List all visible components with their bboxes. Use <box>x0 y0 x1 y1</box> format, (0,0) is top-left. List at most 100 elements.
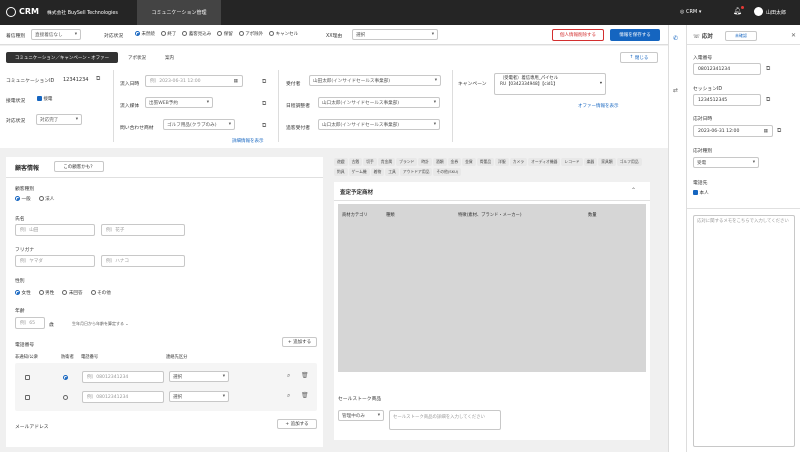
response-kind-select[interactable]: 受電 ▾ <box>693 157 759 168</box>
add-mail-button[interactable]: + 追加する <box>277 419 317 429</box>
add-phone-button[interactable]: + 追加する <box>282 337 317 347</box>
gender-radio-male[interactable]: 男性 <box>38 290 54 296</box>
status-radio-2[interactable]: 蓄客見込み <box>182 31 211 37</box>
kana-first-input[interactable]: 例）ハナコ <box>101 255 185 267</box>
status-radio-4[interactable]: アポ除外 <box>238 31 263 37</box>
non-notify-checkbox[interactable] <box>25 395 30 400</box>
save-info-button[interactable]: 情報を保存する <box>610 29 660 41</box>
chip-5[interactable]: 時計 <box>418 158 432 166</box>
chevron-up-icon[interactable]: ⌃ <box>631 187 636 194</box>
chip-0[interactable]: 遊戯 <box>334 158 348 166</box>
tab-communication[interactable]: コミュニケーション管理 <box>137 0 221 25</box>
inquiry-select[interactable]: ゴルフ用品(クラブのみ) ▾ <box>163 119 235 130</box>
delete-personal-info-button[interactable]: 個人情報削除する <box>552 29 604 41</box>
status-radio-1[interactable]: 終了 <box>160 31 176 37</box>
user-name[interactable]: 山田太郎 <box>766 9 786 16</box>
age-input[interactable]: 例）65 <box>15 317 45 329</box>
first-name-input[interactable]: 例）花子 <box>101 224 185 236</box>
copy-icon[interactable]: ⧉ <box>777 127 781 135</box>
phone-input-1[interactable]: 例）08012341234 <box>82 371 164 383</box>
memo-textarea[interactable]: 応対に関するメモをこちらで入力してください <box>693 215 795 447</box>
chip-12[interactable]: オーディオ機器 <box>528 158 561 166</box>
chip-13[interactable]: レコード <box>561 158 583 166</box>
maybe-customer-button[interactable]: この顧客かも？ <box>54 161 104 172</box>
chip-9[interactable]: 骨董品 <box>476 158 495 166</box>
age-calc-toggle[interactable]: 生年月日から年齢を算定する ⌄ <box>72 321 129 327</box>
contact-type-select-1[interactable]: 選択 ▾ <box>169 371 229 382</box>
chip-8[interactable]: 金貨 <box>462 158 476 166</box>
receiver-select[interactable]: 山田太郎(インサイドセールス事業部) ▾ <box>309 75 441 86</box>
non-notify-checkbox[interactable] <box>25 375 30 380</box>
defender-radio[interactable] <box>63 395 68 401</box>
copy-icon[interactable]: ⧉ <box>262 122 266 130</box>
last-name-input[interactable]: 例）山田 <box>15 224 95 236</box>
swap-icon[interactable]: ⇄ <box>673 87 678 94</box>
chip-17[interactable]: 釣具 <box>334 168 348 176</box>
details-link[interactable]: 詳細情報を表示 <box>232 138 264 144</box>
chip-16[interactable]: ゴルフ用品 <box>616 158 642 166</box>
kana-last-input[interactable]: 例）ヤマダ <box>15 255 95 267</box>
status-radio-3[interactable]: 保留 <box>217 31 233 37</box>
chip-18[interactable]: ゲーム機 <box>348 168 370 176</box>
chip-22[interactable]: その他(SKU) <box>433 168 462 176</box>
copy-icon[interactable]: ⧉ <box>766 96 770 104</box>
gender-radio-other[interactable]: その他 <box>90 290 111 296</box>
chip-20[interactable]: 工具 <box>385 168 399 176</box>
phone-input-2[interactable]: 例）08012341234 <box>82 391 164 403</box>
chip-7[interactable]: 金券 <box>447 158 462 166</box>
chip-4[interactable]: ブランド <box>396 158 418 166</box>
gender-radio-none[interactable]: 未回答 <box>62 290 83 296</box>
offer-link[interactable]: オファー情報を表示 <box>578 103 619 109</box>
products-table: 商材カテゴリ 種類 特徴(素材、ブランド・メーカー) 数量 <box>338 204 646 372</box>
chip-1[interactable]: 古銭 <box>348 158 363 166</box>
status-radio-5[interactable]: キャンセル <box>269 31 298 37</box>
caller-checkbox[interactable]: 本人 <box>693 190 709 196</box>
schedule-select[interactable]: 山口太郎(インサイドセールス事業部) ▾ <box>318 97 440 108</box>
copy-icon[interactable]: ⧉ <box>96 75 100 83</box>
caller-type-select[interactable]: 直接着信なし ▾ <box>31 29 81 40</box>
defender-radio[interactable] <box>63 375 68 381</box>
chip-14[interactable]: 楽器 <box>583 158 598 166</box>
recv-media-select[interactable]: 出張WEB予約 ▾ <box>145 97 213 108</box>
type-radio-corp[interactable]: 法人 <box>38 196 54 202</box>
chip-3[interactable]: 貴金属 <box>377 158 396 166</box>
tab-guide[interactable]: 案内 <box>165 55 174 61</box>
xx-reason-select[interactable]: 選択 ▾ <box>352 29 438 40</box>
close-icon[interactable]: ✕ <box>791 32 796 39</box>
chip-19[interactable]: 着物 <box>370 168 385 176</box>
contact-type-select-2[interactable]: 選択 ▾ <box>169 391 229 402</box>
copy-icon[interactable]: ⧉ <box>262 78 266 86</box>
search-icon[interactable]: ⌕ <box>287 372 290 380</box>
status-radio-0[interactable]: 未然続 <box>135 31 155 37</box>
phone-icon[interactable]: ✆ <box>673 35 678 42</box>
crm-menu[interactable]: ◎ CRM ▾ <box>680 9 701 15</box>
chip-11[interactable]: カメラ <box>509 158 528 166</box>
copy-icon[interactable]: ⧉ <box>766 65 770 73</box>
recv-date-input[interactable]: 例）2023-06-31 12:00 ▦ <box>145 75 243 87</box>
chip-2[interactable]: 切手 <box>363 158 377 166</box>
gender-radio-female[interactable]: 女性 <box>15 290 31 296</box>
chip-6[interactable]: 酒類 <box>432 158 447 166</box>
trash-icon[interactable]: 🗑︎ <box>301 372 309 379</box>
sales-talk-select[interactable]: 管理中のみ ▾ <box>338 410 384 421</box>
response-tab[interactable]: ☏ 応対 <box>693 32 713 40</box>
search-icon[interactable]: ⌕ <box>287 392 290 400</box>
response-date-input[interactable]: 2023-06-31 12:00 ▦ <box>693 125 773 137</box>
inbound-checkbox[interactable]: 接電 <box>37 96 52 102</box>
chip-10[interactable]: 洋服 <box>495 158 509 166</box>
campaign-select[interactable]: （受電者）着信専用_パイセル RU【0342334948】【cid1】 ▾ <box>494 73 606 95</box>
unconfirmed-button[interactable]: 未確認 <box>725 31 757 41</box>
tab-appointment[interactable]: アポ状況 <box>128 55 146 61</box>
in-phone-input[interactable]: 08012341234 <box>693 63 761 75</box>
type-radio-general[interactable]: 一般 <box>15 196 31 202</box>
chip-15[interactable]: 家具類 <box>598 158 616 166</box>
session-input[interactable]: 1234512345 <box>693 94 761 106</box>
chip-21[interactable]: アウトドア用品 <box>399 168 433 176</box>
trash-icon[interactable]: 🗑︎ <box>301 392 309 399</box>
follow-select[interactable]: 山口太郎(インサイドセールス事業部) ▾ <box>318 119 440 130</box>
handle-status-select[interactable]: 対応完了 ▾ <box>36 114 82 125</box>
tab-communication-campaign[interactable]: コミュニケーション／キャンペーン・オファー <box>6 52 118 63</box>
copy-icon[interactable]: ⧉ <box>262 100 266 108</box>
sales-talk-textarea[interactable]: セールストーク商品の詳細を入力してください <box>389 410 501 430</box>
close-button[interactable]: ↑ 閉じる <box>620 52 658 63</box>
